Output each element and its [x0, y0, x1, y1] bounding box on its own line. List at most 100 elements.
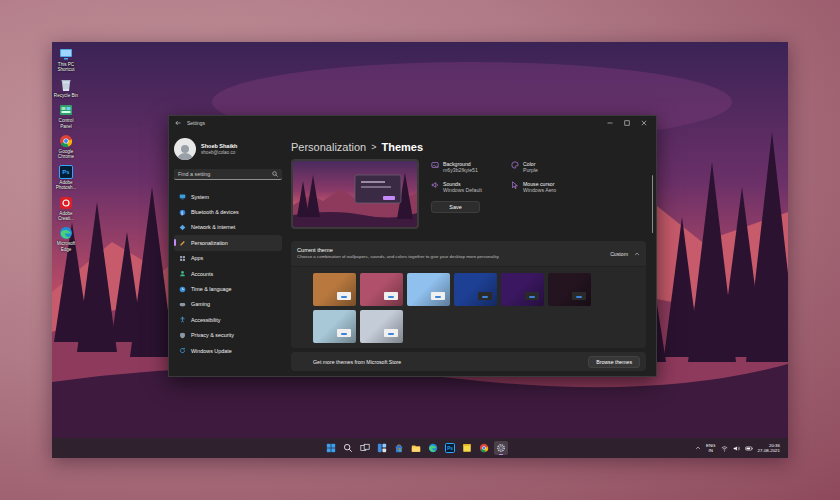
preview-landscape — [293, 161, 417, 227]
breadcrumb-parent[interactable]: Personalization — [291, 140, 366, 154]
taskbar-app[interactable] — [409, 441, 423, 455]
profile-text: Shoeb Shaikhshoeb@colao.co — [201, 143, 237, 156]
taskbar-app[interactable]: Ps — [443, 441, 457, 455]
desktop-icon[interactable]: Recycle Bin — [53, 78, 79, 98]
store-row: Get more themes from Microsoft StoreBrow… — [291, 352, 646, 371]
cursor-icon — [511, 181, 519, 189]
sidebar: Shoeb Shaikhshoeb@colao.co SystemBluetoot… — [169, 130, 287, 376]
theme-summary: Backgroundm6y3b2fkyie51 ColorPurpleSounds… — [291, 159, 646, 229]
wallpaper: This PC Shortcut Recycle Bin Control Panel… — [52, 42, 788, 438]
theme-property[interactable]: SoundsWindows Default — [431, 181, 511, 194]
sidebar-label: Accounts — [191, 271, 213, 277]
language-indicator[interactable]: ENGIN — [706, 443, 716, 453]
theme-thumbnail[interactable] — [407, 273, 450, 306]
taskbar-app[interactable] — [392, 441, 406, 455]
save-button[interactable]: Save — [431, 201, 480, 213]
sidebar-item[interactable]: Network & internet — [174, 220, 282, 235]
battery-icon[interactable] — [745, 445, 753, 452]
sidebar-item[interactable]: Personalization — [174, 235, 282, 250]
theme-thumbnail[interactable] — [501, 273, 544, 306]
chevron-up-icon[interactable] — [695, 445, 701, 451]
taskbar-app[interactable] — [358, 441, 372, 455]
taskbar-app[interactable] — [477, 441, 491, 455]
taskbar-app[interactable] — [494, 441, 508, 455]
theme-property[interactable]: ColorPurple — [511, 161, 583, 174]
taskbar-app[interactable] — [324, 441, 338, 455]
user-profile[interactable]: Shoeb Shaikhshoeb@colao.co — [174, 138, 282, 160]
mini-window — [337, 292, 351, 300]
desktop-icon[interactable]: Google Chrome — [53, 134, 79, 160]
sidebar-item[interactable]: Apps — [174, 251, 282, 266]
minimize-icon[interactable] — [607, 120, 613, 126]
chevron-icon[interactable] — [634, 251, 640, 257]
sidebar-item[interactable]: Privacy & security — [174, 328, 282, 343]
desktop-icon-label: Control Panel — [53, 118, 79, 129]
sidebar-item[interactable]: Gaming — [174, 297, 282, 312]
breadcrumb-separator: > — [371, 140, 376, 154]
theme-thumbnail[interactable] — [548, 273, 591, 306]
clock[interactable]: 20:3627-08-2021 — [758, 443, 780, 453]
window-controls — [607, 120, 650, 126]
time-icon — [179, 286, 186, 293]
mini-window — [525, 292, 539, 300]
update-icon — [179, 347, 186, 354]
accessibility-icon — [179, 316, 186, 323]
taskbar: Ps ENGIN 20:3627-08-2021 — [52, 438, 788, 458]
mini-window — [572, 292, 586, 300]
theme-thumbnail[interactable] — [360, 273, 403, 306]
search-icon[interactable] — [272, 171, 278, 177]
property-label: Background — [443, 161, 478, 167]
taskbar-app[interactable] — [341, 441, 355, 455]
property-text: Backgroundm6y3b2fkyie51 — [443, 161, 478, 174]
wifi-icon[interactable] — [721, 445, 728, 452]
desktop-icon[interactable]: Control Panel — [53, 103, 79, 129]
theme-property[interactable]: Backgroundm6y3b2fkyie51 — [431, 161, 511, 174]
desktop-icon-label: Google Chrome — [53, 149, 79, 160]
back-arrow-icon[interactable] — [175, 120, 181, 126]
search-input[interactable] — [178, 171, 270, 177]
sidebar-item[interactable]: Time & language — [174, 281, 282, 296]
edge-icon — [59, 226, 73, 240]
sidebar-label: Time & language — [191, 286, 232, 292]
sidebar-label: Gaming — [191, 301, 210, 307]
clock-time: 20:36 — [769, 443, 780, 448]
property-value: Purple — [523, 167, 538, 173]
browse-themes-button[interactable]: Browse themes — [588, 356, 640, 368]
taskbar-app[interactable] — [375, 441, 389, 455]
desktop-icon[interactable]: Microsoft Edge — [53, 226, 79, 252]
sidebar-item[interactable]: Accounts — [174, 266, 282, 281]
desktop-icon[interactable]: This PC Shortcut — [53, 47, 79, 73]
current-theme-header[interactable]: Current themeChoose a combination of wal… — [291, 241, 646, 266]
desktop: This PC Shortcut Recycle Bin Control Panel… — [52, 42, 788, 458]
theme-thumbnail[interactable] — [313, 310, 356, 343]
mini-accent — [388, 296, 394, 298]
person-icon — [176, 142, 194, 160]
theme-thumbnail[interactable] — [313, 273, 356, 306]
maximize-icon[interactable] — [624, 120, 630, 126]
pc-icon — [59, 47, 73, 61]
close-icon[interactable] — [641, 120, 647, 126]
sidebar-item[interactable]: Accessibility — [174, 312, 282, 327]
sidebar-item[interactable]: System — [174, 189, 282, 204]
taskview-icon — [360, 443, 370, 453]
language-line: IN — [709, 448, 713, 453]
theme-thumbnail[interactable] — [454, 273, 497, 306]
scrollbar[interactable] — [652, 175, 654, 233]
desktop-icon-label: This PC Shortcut — [53, 62, 79, 73]
volume-icon[interactable] — [733, 445, 740, 452]
bluetooth-icon — [179, 209, 186, 216]
taskbar-app[interactable] — [426, 441, 440, 455]
sidebar-item[interactable]: Bluetooth & devices — [174, 204, 282, 219]
mini-accent — [529, 296, 535, 298]
mini-window — [384, 329, 398, 337]
theme-grid — [291, 266, 646, 348]
desktop-icon[interactable]: Adobe Creati... — [53, 196, 79, 222]
apps-icon — [179, 255, 186, 262]
theme-thumbnail[interactable] — [360, 310, 403, 343]
search-box[interactable] — [174, 169, 282, 180]
taskbar-app[interactable] — [460, 441, 474, 455]
desktop-icon[interactable]: PsAdobe Photosh... — [53, 165, 79, 191]
theme-property[interactable]: Mouse cursorWindows Aero — [511, 181, 583, 194]
color-icon — [511, 161, 519, 169]
sidebar-item[interactable]: Windows Update — [174, 343, 282, 358]
